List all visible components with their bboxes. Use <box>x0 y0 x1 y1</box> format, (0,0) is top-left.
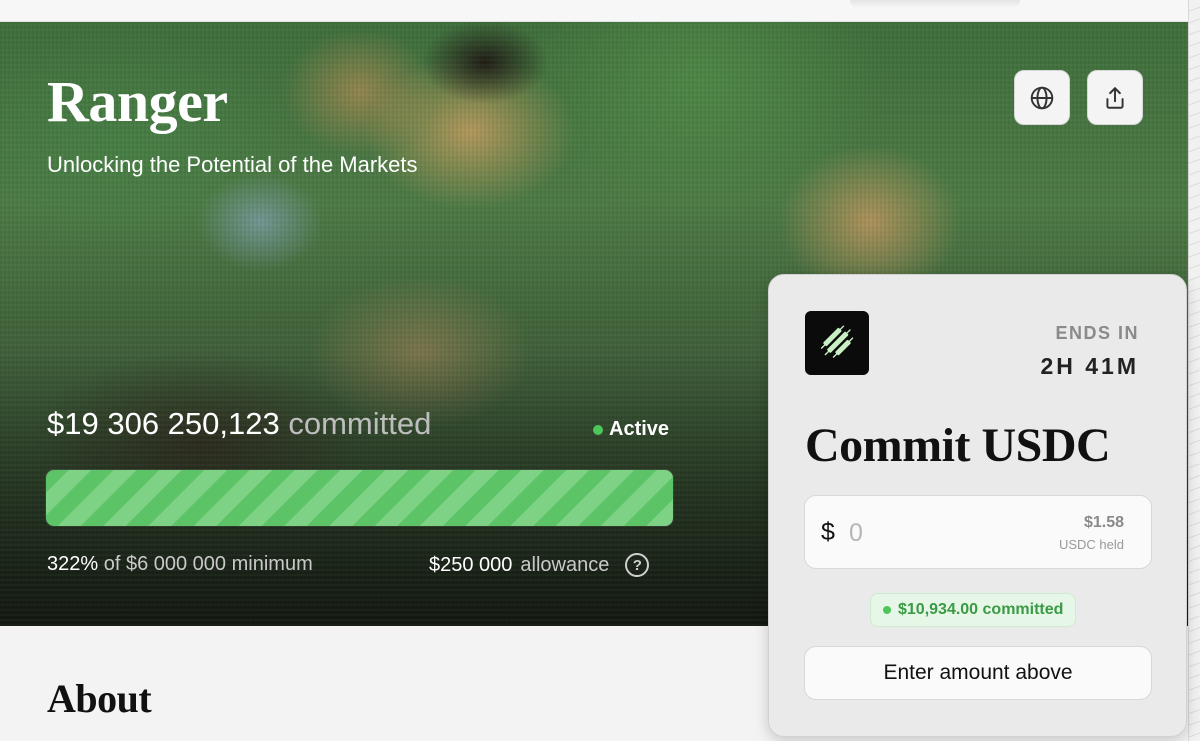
logo-mark <box>820 325 854 358</box>
status-dot-icon <box>593 424 603 435</box>
ends-in-countdown: 2H 41M <box>1040 353 1139 379</box>
allowance-value: $250 000 <box>429 553 513 576</box>
percent-of-minimum: 322% <box>47 553 99 575</box>
enter-amount-button[interactable]: Enter amount above <box>804 646 1152 700</box>
committed-amount: $19 306 250,123 <box>47 406 280 441</box>
share-icon <box>1106 86 1124 109</box>
help-icon[interactable]: ? <box>625 553 650 577</box>
total-committed: $19 306 250,123 committed <box>47 406 431 442</box>
candlestick-logo-icon <box>805 311 869 375</box>
amount-input[interactable] <box>849 515 1029 551</box>
committed-dot-icon <box>883 606 891 614</box>
progress-bar <box>46 470 673 526</box>
website-button[interactable] <box>1014 70 1070 125</box>
minimum-progress: 322% of $6 000 000 minimum <box>47 553 313 576</box>
commit-card: ENDS IN 2H 41M Commit USDC $ $1.58 USDC … <box>768 274 1187 737</box>
page: Ranger Unlocking the Potential of the Ma… <box>0 0 1200 741</box>
project-title: Ranger <box>47 69 228 134</box>
usdc-held-label: USDC held <box>1058 537 1124 552</box>
allowance: $250 000 allowance ? <box>429 553 650 577</box>
amount-field[interactable]: $ $1.58 USDC held <box>804 495 1152 569</box>
usdc-held-value: $1.58 <box>1083 514 1124 531</box>
minimum-label: of $6 000 000 minimum <box>103 553 313 575</box>
status-text: Active <box>609 418 670 440</box>
ends-in-label: ENDS IN <box>1055 323 1139 343</box>
user-committed-text: $10,934.00 committed <box>898 601 1064 618</box>
allowance-label: allowance <box>520 553 610 576</box>
globe-icon <box>1030 86 1054 109</box>
scrollbar-rail[interactable] <box>1188 0 1200 741</box>
share-button[interactable] <box>1087 70 1143 125</box>
project-subtitle: Unlocking the Potential of the Markets <box>47 152 418 177</box>
status-badge: Active <box>593 418 669 441</box>
committed-label: committed <box>288 406 432 441</box>
about-heading: About <box>47 676 152 721</box>
commit-heading: Commit USDC <box>805 419 1111 472</box>
currency-symbol: $ <box>821 518 835 546</box>
top-bar <box>0 0 1188 22</box>
user-committed-badge: $10,934.00 committed <box>870 593 1077 627</box>
top-bar-tab <box>850 0 1020 8</box>
